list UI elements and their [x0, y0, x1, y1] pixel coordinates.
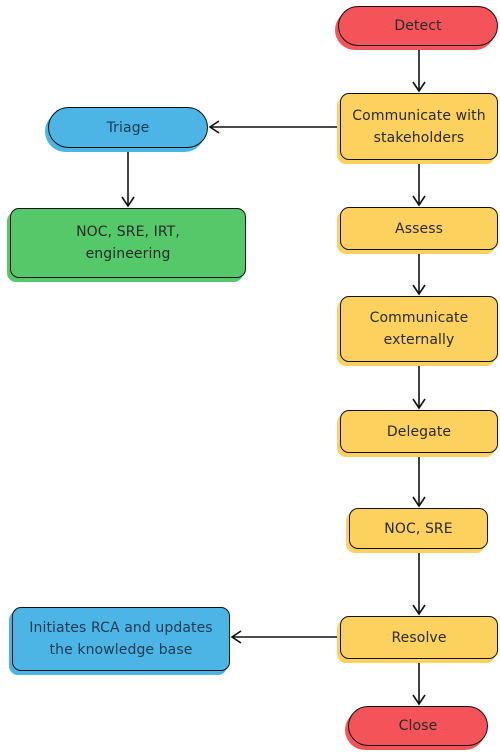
node-triage-label: Triage: [106, 119, 150, 136]
node-communicate-externally: Communicate externally: [340, 296, 498, 362]
node-communicate-stakeholders: Communicate with stakeholders: [340, 93, 498, 160]
node-communicate-stakeholders-label: Communicate with stakeholders: [352, 107, 486, 146]
node-resolve-label: Resolve: [391, 629, 447, 646]
node-assess: Assess: [340, 207, 498, 250]
node-close: Close: [348, 706, 488, 746]
node-communicate-externally-label: Communicate externally: [369, 310, 469, 348]
node-delegate-teams-label: NOC, SRE: [384, 520, 453, 537]
node-rca: Initiates RCA and updates the knowledge …: [12, 607, 230, 671]
node-close-label: Close: [398, 718, 438, 734]
node-detect: Detect: [338, 6, 498, 46]
node-triage-teams: NOC, SRE, IRT, engineering: [10, 208, 246, 278]
node-delegate: Delegate: [340, 410, 498, 453]
node-resolve: Resolve: [340, 616, 498, 659]
node-assess-label: Assess: [395, 220, 443, 237]
node-rca-label: Initiates RCA and updates the knowledge …: [29, 620, 213, 658]
node-triage: Triage: [48, 107, 208, 148]
node-delegate-label: Delegate: [386, 423, 452, 440]
node-triage-teams-label: NOC, SRE, IRT, engineering: [76, 224, 180, 262]
node-delegate-teams: NOC, SRE: [349, 508, 488, 549]
node-detect-label: Detect: [394, 18, 442, 34]
